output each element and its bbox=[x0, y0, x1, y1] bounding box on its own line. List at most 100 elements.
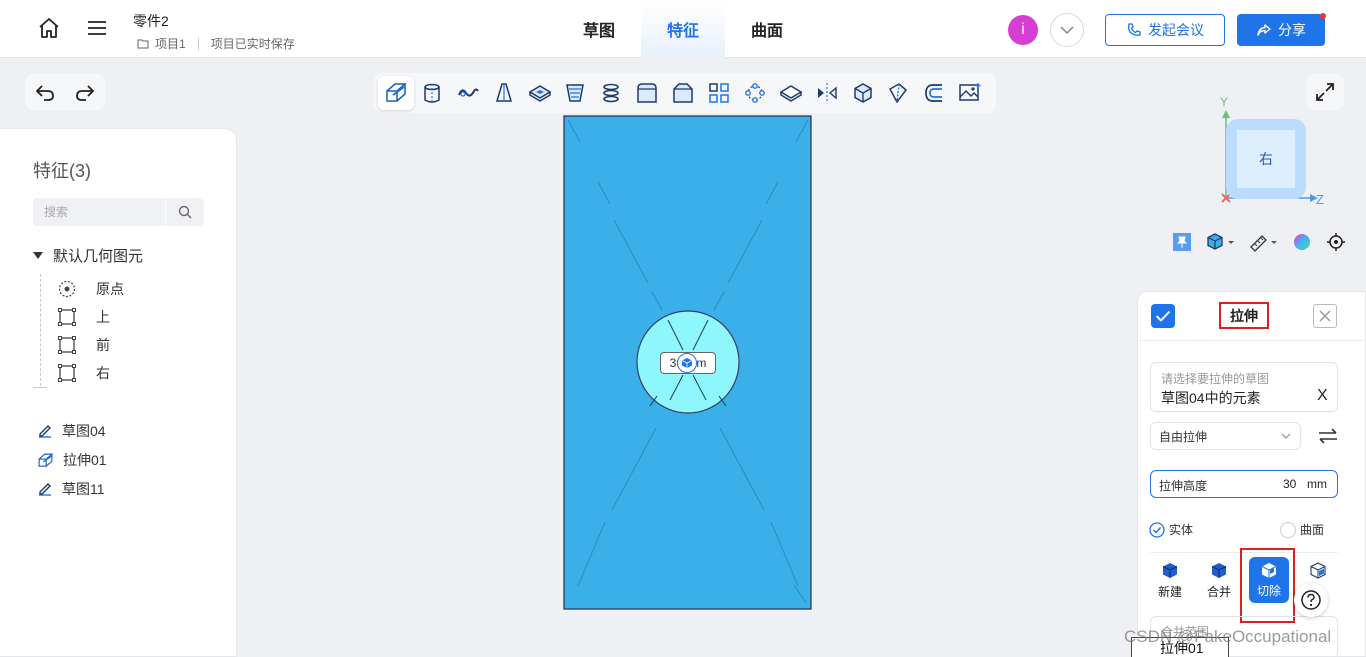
display-mode-icon[interactable] bbox=[1202, 228, 1238, 256]
extrude-icon bbox=[38, 453, 54, 467]
home-icon[interactable] bbox=[36, 15, 62, 41]
pattern-icon[interactable] bbox=[701, 76, 737, 110]
start-meeting-label: 发起会议 bbox=[1148, 22, 1204, 38]
tree-item-label: 前 bbox=[96, 337, 110, 353]
close-button[interactable] bbox=[1313, 304, 1337, 328]
expand-icon bbox=[1316, 83, 1334, 101]
help-icon bbox=[1301, 590, 1321, 610]
measure-icon[interactable] bbox=[1244, 228, 1282, 256]
new-body-icon bbox=[1162, 563, 1178, 578]
extrude-height-unit: mm bbox=[1307, 477, 1327, 491]
target-icon[interactable] bbox=[1322, 228, 1350, 256]
tab-surface[interactable]: 曲面 bbox=[725, 0, 809, 58]
chamfer-icon[interactable] bbox=[665, 76, 701, 110]
op-merge-button[interactable]: 合并 bbox=[1199, 562, 1239, 600]
cube-handle-icon bbox=[681, 358, 693, 368]
tree-item-origin[interactable]: 原点 bbox=[58, 279, 124, 299]
op-new-label: 新建 bbox=[1157, 585, 1182, 599]
feature-tree-panel: 特征(3) 默认几何图元 原点 上 前 右 草图04 拉伸01 草图11 bbox=[0, 128, 237, 657]
circular-pattern-icon[interactable] bbox=[737, 76, 773, 110]
axis-y-label: Y bbox=[1220, 95, 1229, 109]
extrude-height-field[interactable]: 拉伸高度 30 mm bbox=[1150, 470, 1338, 498]
tab-sketch[interactable]: 草图 bbox=[557, 0, 641, 58]
share-button[interactable]: 分享 bbox=[1237, 14, 1325, 46]
undo-icon[interactable] bbox=[34, 82, 56, 102]
extrude-mode-select[interactable]: 自由拉伸 bbox=[1150, 422, 1301, 450]
intersect-body-icon bbox=[1310, 562, 1326, 579]
notification-dot bbox=[1320, 13, 1326, 19]
start-meeting-button[interactable]: 发起会议 bbox=[1105, 14, 1225, 46]
radio-surface[interactable]: 曲面 bbox=[1280, 521, 1324, 538]
redo-icon[interactable] bbox=[74, 82, 96, 102]
watermark: CSDN @FakeOccupational bbox=[1124, 627, 1332, 646]
sweep-icon[interactable] bbox=[450, 76, 486, 110]
confirm-button[interactable] bbox=[1151, 304, 1175, 328]
caret-down-icon bbox=[33, 251, 43, 259]
axis-z-label: Z bbox=[1316, 192, 1324, 207]
extrude-panel: 拉伸 请选择要拉伸的草图 草图04中的元素 X 自由拉伸 拉伸高度 30 mm … bbox=[1137, 291, 1366, 657]
transform-icon[interactable] bbox=[845, 76, 881, 110]
extrude-icon[interactable] bbox=[378, 76, 414, 110]
feature-item-sketch11[interactable]: 草图11 bbox=[37, 479, 105, 499]
history-bar bbox=[25, 74, 105, 110]
revolve-icon[interactable] bbox=[414, 76, 450, 110]
sketch-selector-value: 草图04中的元素 bbox=[1161, 390, 1261, 406]
default-geometry-label: 默认几何图元 bbox=[53, 248, 144, 265]
tree-item-right-plane[interactable]: 右 bbox=[58, 363, 110, 383]
fullscreen-button[interactable] bbox=[1306, 74, 1344, 110]
extrude-height-value[interactable]: 30 bbox=[1283, 477, 1296, 491]
panel-title: 拉伸 bbox=[1219, 302, 1269, 329]
divider bbox=[1138, 340, 1366, 341]
flip-direction-button[interactable] bbox=[1316, 425, 1340, 447]
menu-icon[interactable] bbox=[84, 15, 110, 41]
user-dropdown-button[interactable] bbox=[1050, 13, 1084, 47]
search-icon[interactable] bbox=[166, 198, 204, 226]
feature-count-title: 特征(3) bbox=[33, 161, 91, 181]
feature-item-extrude01[interactable]: 拉伸01 bbox=[37, 450, 107, 470]
color-wheel-icon[interactable] bbox=[1288, 228, 1316, 256]
clear-selection-button[interactable]: X bbox=[1317, 387, 1328, 405]
default-geometry-group[interactable]: 默认几何图元 bbox=[33, 245, 143, 266]
folder-icon bbox=[137, 39, 149, 49]
tab-feature[interactable]: 特征 bbox=[641, 0, 725, 58]
loft-icon[interactable] bbox=[486, 76, 522, 110]
tree-item-label: 右 bbox=[96, 365, 110, 381]
sketch-selector[interactable]: 请选择要拉伸的草图 草图04中的元素 X bbox=[1150, 362, 1338, 412]
shell-icon[interactable] bbox=[522, 76, 558, 110]
offset-icon[interactable] bbox=[916, 76, 952, 110]
extrude-mode-value: 自由拉伸 bbox=[1159, 429, 1208, 444]
draft-icon[interactable] bbox=[557, 76, 593, 110]
document-title[interactable]: 零件2 bbox=[133, 11, 169, 31]
fillet-icon[interactable] bbox=[629, 76, 665, 110]
face-icon[interactable] bbox=[773, 76, 809, 110]
tree-connector bbox=[40, 274, 41, 386]
pin-icon[interactable] bbox=[1168, 228, 1196, 256]
tree-item-front-plane[interactable]: 前 bbox=[58, 335, 110, 355]
document-meta: 项目1 项目已实时保存 bbox=[137, 35, 295, 52]
search-input[interactable] bbox=[33, 198, 166, 226]
project-link[interactable]: 项目1 bbox=[155, 35, 186, 52]
radio-solid-label: 实体 bbox=[1169, 523, 1194, 537]
check-icon bbox=[1155, 310, 1171, 322]
avatar[interactable]: i bbox=[1008, 15, 1038, 45]
view-tools bbox=[1168, 228, 1350, 256]
feature-toolbar bbox=[374, 73, 996, 113]
save-status: 项目已实时保存 bbox=[210, 37, 295, 51]
feature-item-sketch04[interactable]: 草图04 bbox=[37, 421, 106, 441]
plane-icon bbox=[58, 308, 76, 326]
radio-checked-icon bbox=[1149, 521, 1165, 538]
thread-icon[interactable] bbox=[593, 76, 629, 110]
drag-handle[interactable] bbox=[677, 353, 697, 373]
help-button[interactable] bbox=[1294, 583, 1328, 617]
plane-icon bbox=[58, 364, 76, 382]
radio-solid[interactable]: 实体 bbox=[1149, 521, 1193, 538]
tree-item-label: 上 bbox=[96, 309, 110, 325]
op-new-button[interactable]: 新建 bbox=[1150, 562, 1190, 600]
split-icon[interactable] bbox=[880, 76, 916, 110]
image-icon[interactable] bbox=[952, 76, 988, 110]
op-intersect-button[interactable] bbox=[1298, 562, 1338, 580]
mirror-icon[interactable] bbox=[809, 76, 845, 110]
view-cube-face-right[interactable]: 右 bbox=[1237, 130, 1295, 188]
tree-item-top-plane[interactable]: 上 bbox=[58, 307, 110, 327]
origin-icon bbox=[58, 280, 76, 298]
